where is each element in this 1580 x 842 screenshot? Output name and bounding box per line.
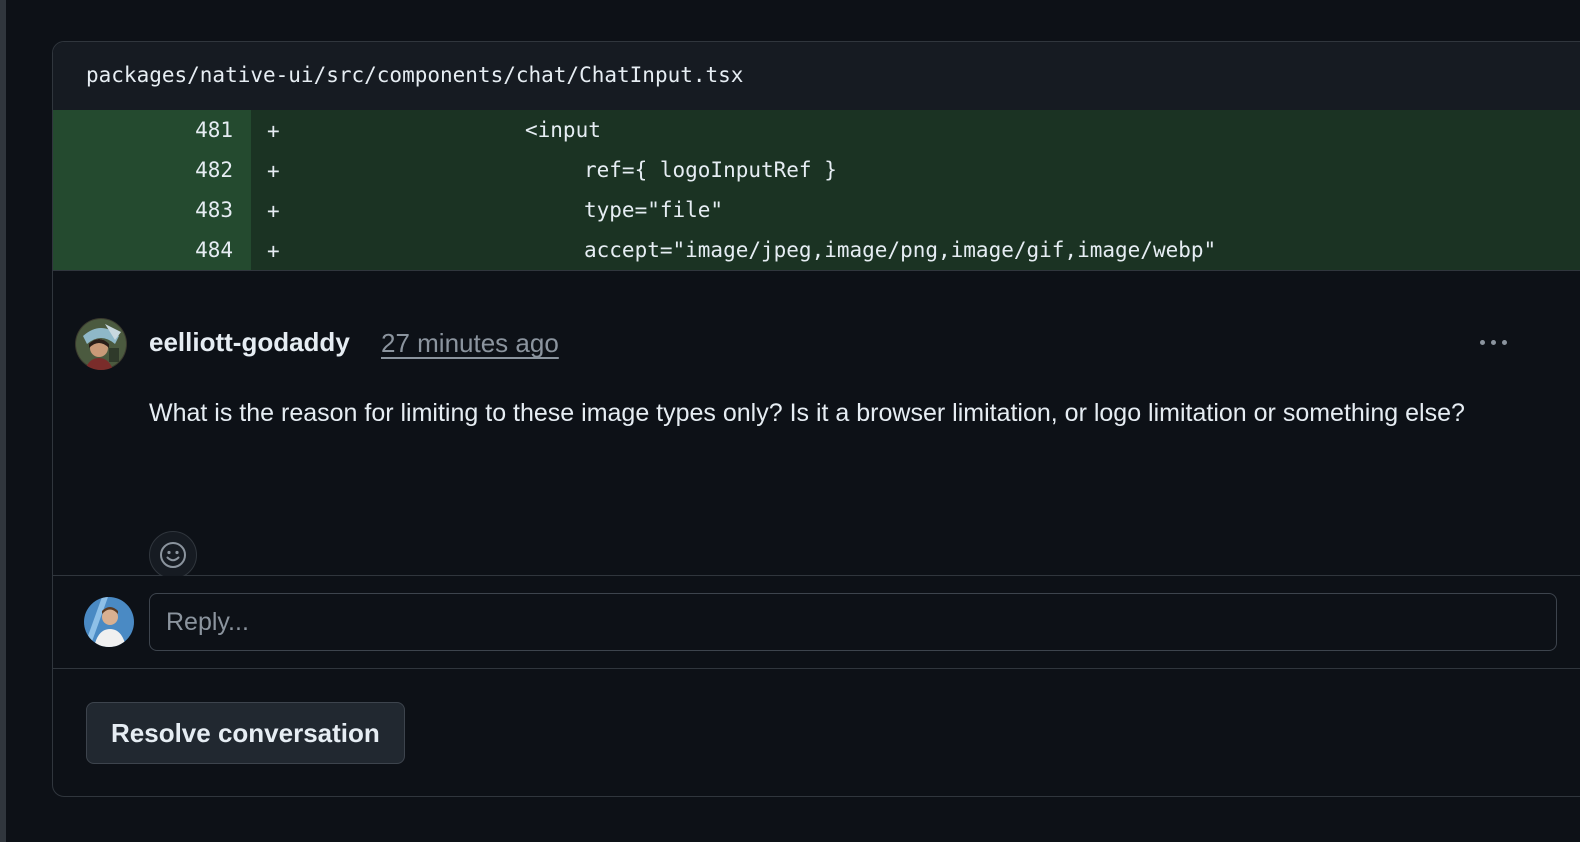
diff-line: 484 + accept="image/jpeg,image/png,image… xyxy=(53,230,1580,270)
comment-options-button[interactable] xyxy=(1473,322,1513,362)
reply-row xyxy=(53,576,1580,669)
file-header: packages/native-ui/src/components/chat/C… xyxy=(53,42,1580,110)
kebab-horizontal-icon xyxy=(1479,339,1485,345)
kebab-horizontal-icon-dot xyxy=(1490,339,1496,345)
added-marker: + xyxy=(267,199,280,223)
reply-input[interactable] xyxy=(149,593,1557,651)
line-number[interactable]: 482 xyxy=(133,158,233,182)
code-text: <input xyxy=(525,118,601,142)
diff-hunk: 481 + <input 482 + ref={ logoInputRef } … xyxy=(53,110,1580,271)
smiley-icon xyxy=(160,542,186,568)
line-number[interactable]: 483 xyxy=(133,198,233,222)
page: packages/native-ui/src/components/chat/C… xyxy=(0,0,1580,842)
diff-line: 483 + type="file" xyxy=(53,190,1580,230)
diff-line: 482 + ref={ logoInputRef } xyxy=(53,150,1580,190)
code-text: accept="image/jpeg,image/png,image/gif,i… xyxy=(584,238,1217,262)
line-number[interactable]: 481 xyxy=(133,118,233,142)
current-user-avatar xyxy=(84,597,134,647)
line-number[interactable]: 484 xyxy=(133,238,233,262)
comment-body: What is the reason for limiting to these… xyxy=(149,399,1465,427)
add-reaction-button[interactable] xyxy=(149,531,197,579)
resolve-conversation-button[interactable]: Resolve conversation xyxy=(86,702,405,764)
code-text: type="file" xyxy=(584,198,724,222)
thread-rule xyxy=(0,0,6,842)
added-marker: + xyxy=(267,239,280,263)
author-avatar[interactable] xyxy=(75,318,127,370)
diff-line: 481 + <input xyxy=(53,110,1580,150)
comment-timestamp[interactable]: 27 minutes ago xyxy=(381,328,559,359)
review-thread: packages/native-ui/src/components/chat/C… xyxy=(52,41,1580,797)
kebab-horizontal-icon-dot xyxy=(1501,339,1507,345)
added-marker: + xyxy=(267,119,280,143)
file-path-link[interactable]: packages/native-ui/src/components/chat/C… xyxy=(86,63,743,87)
added-marker: + xyxy=(267,159,280,183)
review-comment: eelliott-godaddy 27 minutes ago What is … xyxy=(53,272,1580,579)
comment-author[interactable]: eelliott-godaddy xyxy=(149,327,350,358)
code-text: ref={ logoInputRef } xyxy=(584,158,837,182)
